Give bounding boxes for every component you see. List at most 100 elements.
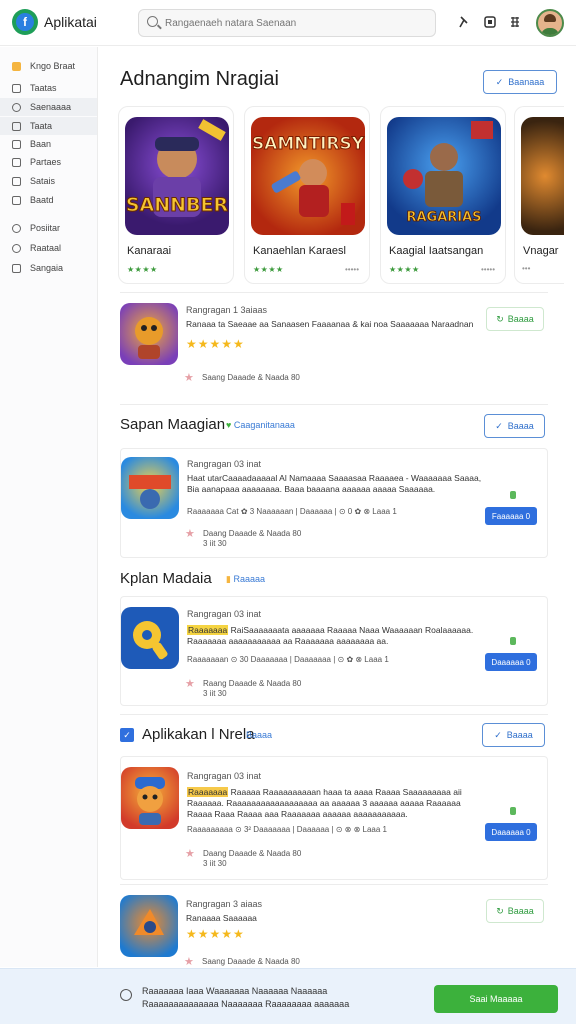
app-meta: Daang Daaade & Naada 80 <box>203 849 302 858</box>
favorite-icon[interactable]: ★ <box>185 677 195 690</box>
search-input[interactable] <box>165 15 427 31</box>
coin-icon: ▮ <box>226 574 231 584</box>
featured-card[interactable]: SAMNTIRSY Kanaehlan Karaesl ★★★★ ••••• <box>244 106 370 284</box>
highlight-label: Raaaaaaa <box>187 625 229 635</box>
rating-stars: ★★★★ <box>127 265 158 274</box>
sidebar-item-home[interactable]: Kngo Braat <box>0 57 97 75</box>
favorite-icon[interactable]: ★ <box>184 955 194 968</box>
app-meta: Raang Daaade & Naada 80 <box>203 679 302 688</box>
status-icon <box>510 637 516 645</box>
list-item[interactable]: Rangragan 03 inat Raaaaaaa Raaaaa Raaaaa… <box>120 756 548 880</box>
rating-stars: ★★★★★ <box>186 337 245 351</box>
folder-icon <box>12 157 21 167</box>
featured-card[interactable]: RAGARIAS Kaagial Iaatsangan ★★★★ ••••• <box>380 106 506 284</box>
app-name: Kanaraai <box>127 245 172 257</box>
search-bar[interactable] <box>138 9 436 37</box>
rating-count: ••• <box>522 264 531 273</box>
app-name: Rangragan 03 inat <box>187 771 262 781</box>
section-link[interactable]: ▮ Raaaaa <box>226 574 265 585</box>
footer-banner: Raaaaaaa Iaaa Waaaaaaa Naaaaaa Naaaaaa R… <box>0 968 576 1024</box>
sidebar-item-top[interactable]: Taatas <box>0 79 97 97</box>
list-item[interactable]: Rangragan 03 inat Haat utarCaaaadaaaaal … <box>120 448 548 558</box>
game-art: SAMNTIRSY <box>251 117 365 235</box>
app-icon <box>121 767 179 829</box>
app-description: Ranaaaa Saaaaaa <box>186 913 257 923</box>
apps-icon <box>12 121 21 131</box>
status-icon <box>510 491 516 499</box>
grid-icon[interactable] <box>508 15 522 29</box>
game-art: RAGARIAS <box>387 117 501 235</box>
featured-action-button[interactable]: ✓ Baanaaa <box>483 70 557 94</box>
sidebar-item-popular[interactable]: Partaes <box>0 153 97 171</box>
list-item[interactable]: Rangragan 03 inat Raaaaaaa RaiSaaaaaaata… <box>120 596 548 706</box>
check-icon: ✓ <box>495 76 504 87</box>
sidebar-item-account[interactable]: Raataal <box>0 239 97 257</box>
app-version: 3 iit 30 <box>203 539 227 548</box>
star-icon <box>12 61 21 71</box>
sidebar-item-settings[interactable]: Posiitar <box>0 219 97 237</box>
app-icon <box>120 303 178 365</box>
sidebar-item-apps[interactable]: Taata <box>0 117 97 135</box>
brand-name: Aplikatai <box>44 14 97 30</box>
app-name: Kaagial Iaatsangan <box>389 245 484 257</box>
list-icon <box>12 83 21 93</box>
app-stats: Raaaaaaa Cat ✿ 3 Naaaaaan | Daaaaaa | ⊙ … <box>187 507 397 516</box>
favorite-icon[interactable]: ★ <box>185 527 195 540</box>
book-icon <box>12 195 21 205</box>
footer-cta-button[interactable]: Saai Maaaaa <box>434 985 558 1013</box>
pin-icon[interactable] <box>457 15 471 29</box>
rating-count: ••••• <box>480 265 495 274</box>
list-item[interactable]: Rangragan 3 aiaas Ranaaaa Saaaaaa ★★★★★ … <box>120 884 548 968</box>
section-link[interactable]: Baaaa <box>246 730 272 740</box>
app-version: 3 iit 30 <box>203 859 227 868</box>
section-action-button[interactable]: ✓ Baaaa <box>482 723 545 747</box>
app-name: Rangragan 03 inat <box>187 459 262 469</box>
sidebar-item-help[interactable]: Sangaia <box>0 259 97 277</box>
game-art: SANNBER <box>125 117 229 235</box>
app-category-icon: ✓ <box>120 728 134 742</box>
leaf-icon: ↻ <box>496 905 504 916</box>
install-button[interactable]: ↻ Baaaa <box>486 307 544 331</box>
app-icon <box>120 895 178 957</box>
sidebar-item-updates[interactable]: Satais <box>0 172 97 190</box>
app-meta: Saang Daaade & Naada 80 <box>202 373 300 382</box>
page-title: Adnangim Nragiai <box>120 68 279 90</box>
app-description: Raaaaaaa RaiSaaaaaaata aaaaaaa Raaaaa Na… <box>187 625 474 646</box>
edit-icon <box>12 223 21 233</box>
install-button[interactable]: ↻ Baaaa <box>486 899 544 923</box>
app-icon <box>121 607 179 669</box>
featured-card[interactable]: Vnagar ••• <box>514 106 564 284</box>
game-art <box>521 117 564 235</box>
app-stats: Raaaaaaaaa ⊙ 3² Daaaaaaa | Daaaaaa | ⊙ ⊗… <box>187 825 387 834</box>
list-item[interactable]: Rangragan 1 3aiaas Ranaaa ta Saeaae aa S… <box>120 292 548 402</box>
download-button[interactable]: Daaaaaa 0 <box>485 653 537 671</box>
favorite-icon[interactable]: ★ <box>184 371 194 384</box>
download-button[interactable]: Daaaaaa 0 <box>485 823 537 841</box>
download-button[interactable]: Faaaaaa 0 <box>485 507 537 525</box>
app-version: 3 iit 30 <box>203 689 227 698</box>
app-logo[interactable]: f <box>12 9 38 35</box>
sidebar-item-new[interactable]: Baan <box>0 135 97 153</box>
sidebar-item-games[interactable]: Saenaaaa <box>0 98 97 116</box>
favorite-icon[interactable]: ★ <box>185 847 195 860</box>
sidebar-item-library[interactable]: Baatd <box>0 191 97 209</box>
rating-stars: ★★★★★ <box>186 927 245 941</box>
user-avatar[interactable] <box>536 9 564 37</box>
search-icon <box>147 16 158 27</box>
section-action-button[interactable]: ✓ Baaaa <box>484 414 545 438</box>
game-art-title: SAMNTIRSY <box>252 134 365 154</box>
app-stats: Raaaaaaan ⊙ 30 Daaaaaaa | Daaaaaaa | ⊙ ✿… <box>187 655 389 664</box>
refresh-icon <box>12 176 21 186</box>
section-link[interactable]: ♥ Caaganitanaaa <box>226 420 295 430</box>
leaf-icon: ↻ <box>496 313 504 324</box>
app-description: Raaaaaaa Raaaaa Raaaaaaaaaan haaa ta aaa… <box>187 787 462 819</box>
featured-card[interactable]: SANNBER Kanaraai ★★★★ <box>118 106 234 284</box>
divider <box>120 714 548 715</box>
app-name: Kanaehlan Karaesl <box>253 245 346 257</box>
app-description: Ranaaa ta Saeaae aa Sanaasen Faaaanaa & … <box>186 319 474 329</box>
app-description: Haat utarCaaaadaaaaal Al Namaaaa Saaaasa… <box>187 473 482 494</box>
game-art-title: RAGARIAS <box>406 210 481 225</box>
sidebar: Kngo Braat Taatas Saenaaaa Taata Baan Pa… <box>0 47 98 967</box>
logo-icon: f <box>16 13 34 31</box>
notification-icon[interactable] <box>483 15 497 29</box>
